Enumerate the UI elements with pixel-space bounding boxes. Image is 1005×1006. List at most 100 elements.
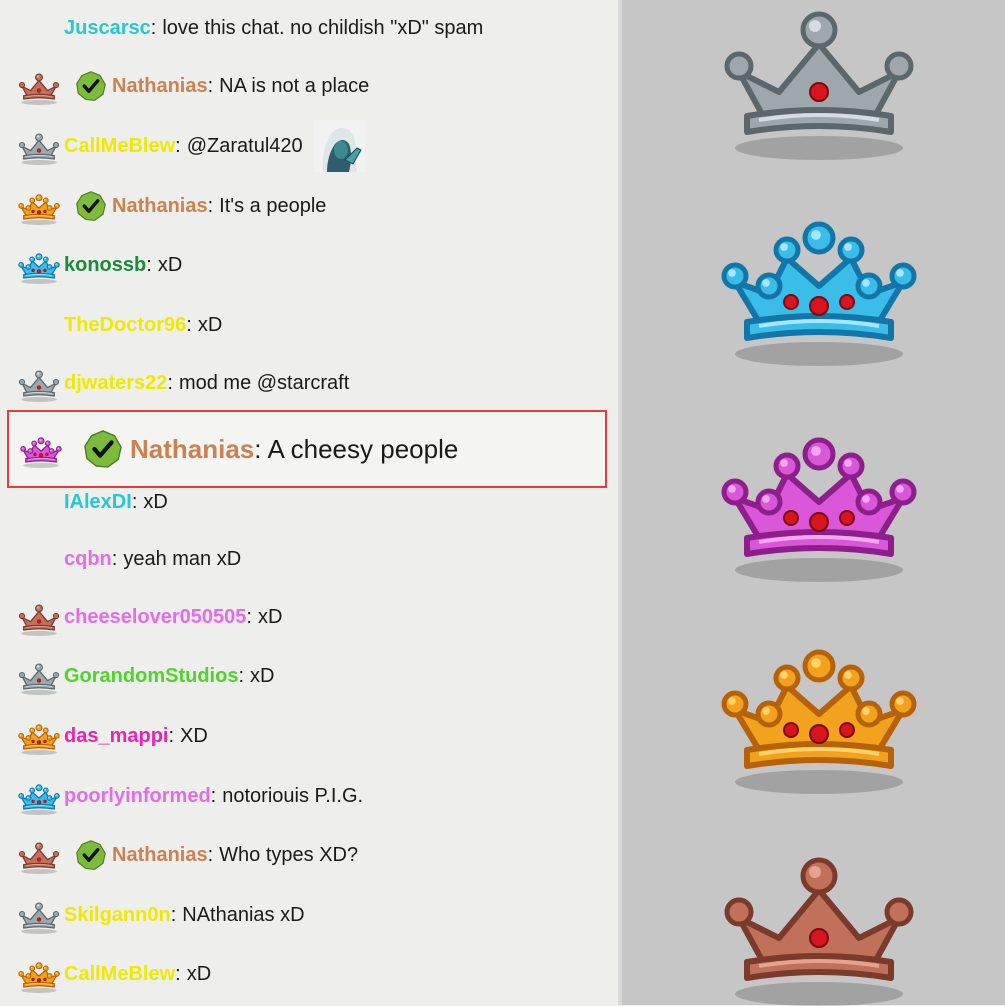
badge-slot [14, 835, 64, 875]
blue-crown-icon [18, 784, 60, 815]
badge-slot [14, 8, 64, 48]
chat-message: Nathanias: A cheesy people [9, 429, 605, 469]
highlighted-message: Nathanias: A cheesy people [7, 410, 607, 488]
silver-crown-icon [18, 370, 60, 402]
chat-username[interactable]: poorlyinformed [64, 785, 211, 808]
chat-message-text: notoriouis P.I.G. [222, 784, 364, 807]
chat-message: djwaters22: mod me @starcraft [0, 363, 618, 403]
chat-message: poorlyinformed: notoriouis P.I.G. [0, 776, 618, 816]
chat-message-text: xD [143, 490, 168, 513]
chat-username[interactable]: Nathanias [130, 434, 254, 465]
large-gold-crown-icon [721, 649, 917, 794]
badge-slot [14, 245, 64, 285]
chat-message: cqbn: yeah man xD [0, 539, 618, 579]
chat-username[interactable]: CallMeBlew [64, 963, 175, 986]
large-purple-crown-icon [721, 437, 917, 582]
chat-message-text: love this chat. no childish "xD" spam [162, 16, 484, 39]
blue-crown-icon [18, 253, 60, 284]
chat-username[interactable]: TheDoctor96 [64, 314, 186, 337]
username-separator: : [207, 843, 214, 866]
chat-message-text: xD [250, 664, 275, 687]
chat-message-text: xD [197, 313, 223, 336]
chat-username[interactable]: Nathanias [112, 844, 208, 867]
username-separator: : [111, 547, 118, 570]
gold-crown-icon [18, 194, 60, 225]
chat-username[interactable]: cqbn [64, 548, 112, 571]
username-separator: : [238, 664, 245, 687]
chat-message-text: mod me @starcraft [178, 371, 350, 394]
chat-message: Juscarsc: love this chat. no childish "xD… [0, 8, 618, 48]
badge-slot [14, 776, 64, 816]
chat-username[interactable]: cheeselover050505 [64, 606, 246, 629]
verified-check-icon [76, 840, 106, 870]
badge-slot [14, 656, 64, 696]
username-separator: : [254, 433, 262, 464]
chat-message: IAlexDI: xD [0, 482, 618, 522]
silver-crown-icon [18, 133, 60, 165]
badge-slot [14, 66, 64, 106]
badge-slot [14, 895, 64, 935]
facepalm-emote-icon [312, 120, 365, 172]
chat-username[interactable]: djwaters22 [64, 372, 167, 395]
chat-username[interactable]: Skilgann0n [64, 904, 171, 927]
chat-message-text: XD [180, 724, 208, 747]
chat-message: cheeselover050505: xD [0, 597, 618, 637]
username-separator: : [170, 903, 177, 926]
verified-check-icon [76, 71, 106, 101]
chat-username[interactable]: konossb [64, 254, 146, 277]
chat-message-text: NAthanias xD [182, 903, 305, 926]
chat-username[interactable]: IAlexDI [64, 491, 132, 514]
badge-slot [14, 954, 64, 994]
chat-message: CallMeBlew: @Zaratul420 [0, 120, 618, 172]
chat-message-text: xD [186, 962, 212, 985]
username-separator: : [146, 253, 152, 276]
large-bronze-crown-icon [724, 857, 914, 1006]
chat-message-text: NA is not a place [219, 74, 370, 97]
chat-message: das_mappi: XD [0, 716, 618, 756]
chat-username[interactable]: Nathanias [112, 75, 208, 98]
chat-message: konossb: xD [0, 245, 618, 285]
badge-slot [14, 186, 64, 226]
username-separator: : [246, 605, 252, 628]
chat-message: Nathanias: It's a people [0, 186, 618, 226]
chat-message: Skilgann0n: NAthanias xD [0, 895, 618, 935]
gold-crown-icon [18, 724, 60, 755]
chat-username[interactable]: CallMeBlew [64, 135, 175, 158]
username-separator: : [207, 194, 214, 217]
gold-crown-icon [18, 962, 60, 993]
username-separator: : [150, 16, 157, 39]
username-separator: : [167, 371, 173, 394]
chat-panel: Juscarsc: love this chat. no childish "xD… [0, 0, 618, 1005]
username-separator: : [175, 962, 181, 985]
chat-username[interactable]: Juscarsc [64, 17, 151, 40]
username-separator: : [186, 313, 192, 336]
bronze-crown-icon [18, 73, 60, 105]
chat-username[interactable]: GorandomStudios [64, 665, 238, 688]
chat-message-text: @Zaratul420 [186, 134, 303, 157]
large-blue-crown-icon [721, 221, 917, 366]
badge-slot [14, 126, 64, 166]
crown-showcase-panel [622, 0, 1005, 1006]
badge-slot [14, 482, 64, 522]
chat-message-text: Who types XD? [219, 843, 359, 866]
username-separator: : [168, 724, 175, 747]
chat-message-text: It's a people [219, 194, 327, 217]
chat-message-text: A cheesy people [267, 433, 459, 464]
bronze-crown-icon [18, 604, 60, 636]
badge-slot [14, 363, 64, 403]
chat-message: TheDoctor96: xD [0, 305, 618, 345]
chat-message: Nathanias: NA is not a place [0, 66, 618, 106]
chat-message-text: xD [257, 605, 283, 628]
username-separator: : [207, 74, 214, 97]
chat-username[interactable]: das_mappi [64, 725, 168, 748]
badge-slot [14, 597, 64, 637]
chat-message: Nathanias: Who types XD? [0, 835, 618, 875]
bronze-crown-icon [18, 842, 60, 874]
chat-message-text: xD [157, 253, 183, 276]
silver-crown-icon [18, 663, 60, 695]
verified-check-icon [84, 430, 122, 468]
chat-username[interactable]: Nathanias [112, 195, 208, 218]
verified-check-icon [76, 191, 106, 221]
purple-crown-icon [20, 437, 62, 468]
chat-message: CallMeBlew: xD [0, 954, 618, 994]
